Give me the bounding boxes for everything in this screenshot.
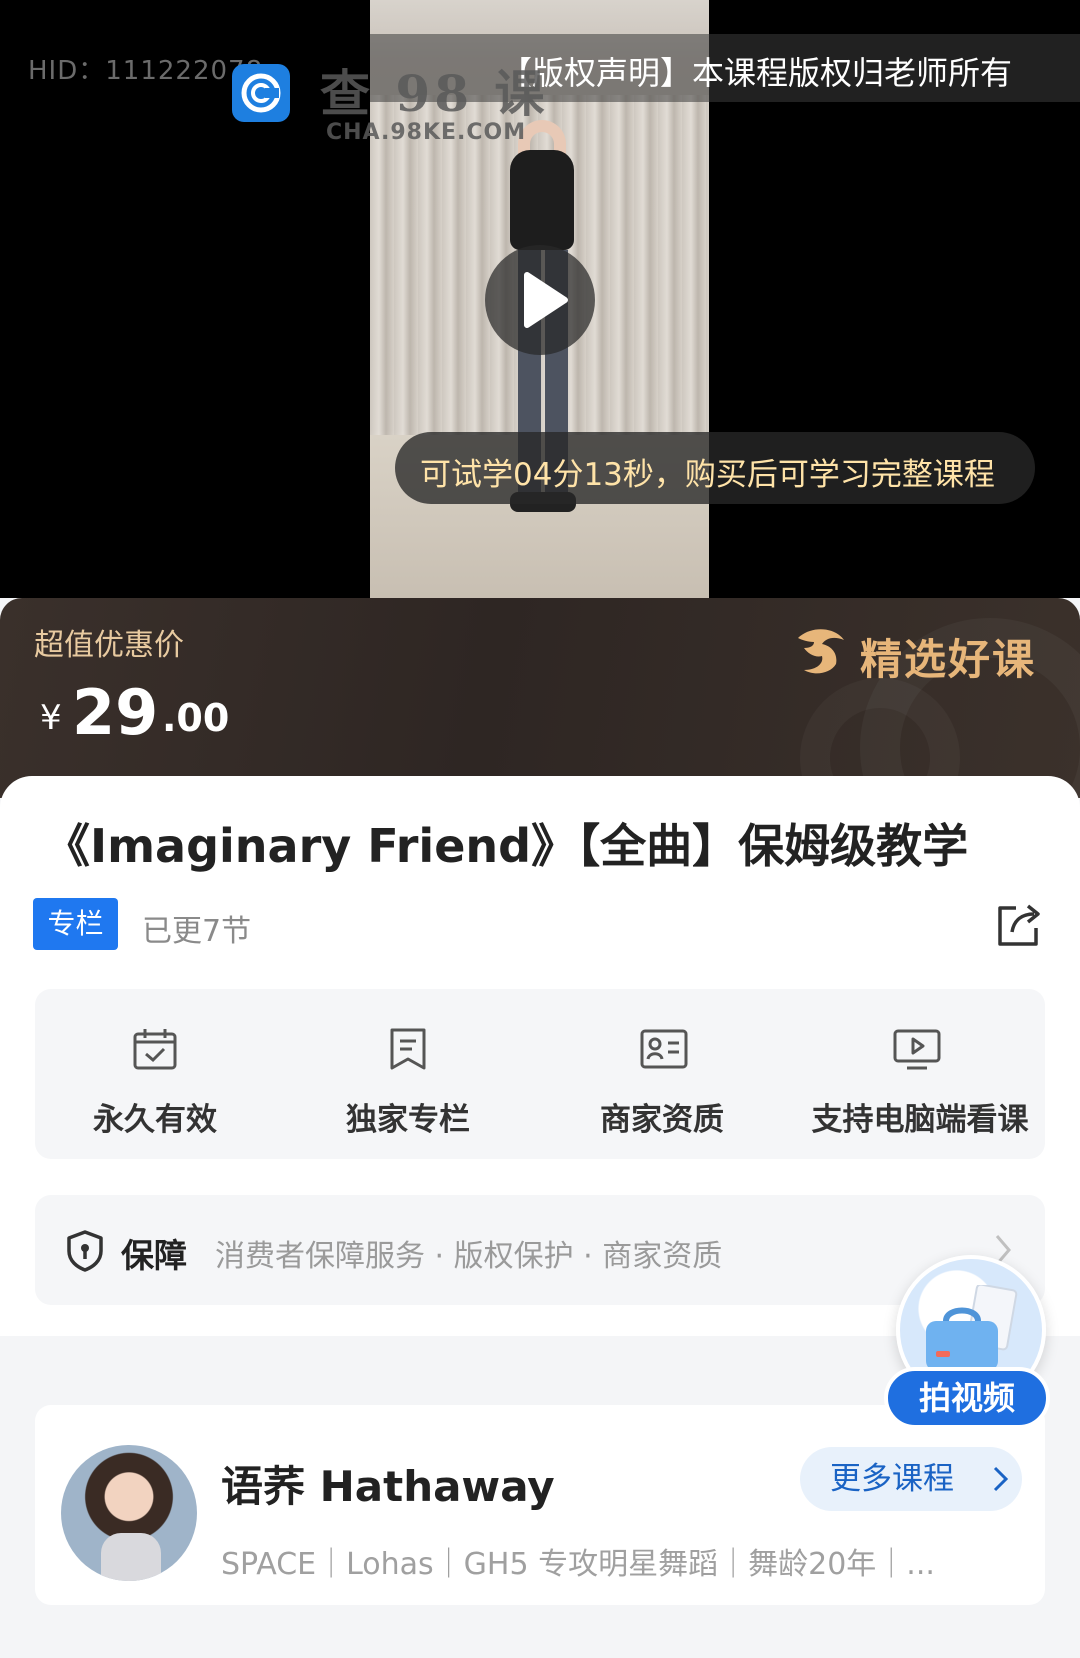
feature-exclusive: 独家专栏 xyxy=(288,989,528,1159)
more-courses-button[interactable]: 更多课程 xyxy=(800,1447,1022,1511)
chevron-right-icon xyxy=(993,1466,1009,1492)
more-courses-label: 更多课程 xyxy=(830,1461,954,1497)
guarantee-title: 保障 xyxy=(121,1236,187,1275)
calendar-check-icon xyxy=(133,1029,177,1070)
teacher-name: 语荞 Hathaway xyxy=(221,1462,555,1511)
price-banner: 超值优惠价 ¥ 29 .00 精选好课 xyxy=(0,598,1080,798)
monitor-play-icon xyxy=(893,1029,941,1070)
dancer-figure-torso xyxy=(510,150,574,250)
feature-list: 永久有效 独家专栏 商家资质 支持电脑端看课 xyxy=(35,989,1045,1159)
feature-pc-support: 支持电脑端看课 xyxy=(795,989,1045,1159)
avatar-figure xyxy=(101,1533,161,1581)
watermark-hid: HID：111222078 xyxy=(28,56,264,86)
price-label: 超值优惠价 xyxy=(34,628,184,663)
updated-count: 已更7节 xyxy=(142,914,252,949)
price-integer: 29 xyxy=(72,676,159,749)
teacher-card[interactable]: 语荞 Hathaway 更多课程 SPACE｜Lohas｜GH5 专攻明星舞蹈｜… xyxy=(35,1405,1045,1605)
feature-label: 商家资质 xyxy=(600,1102,724,1138)
course-title: 《Imaginary Friend》【全曲】保姆级教学 xyxy=(44,819,969,873)
course-info-card: 《Imaginary Friend》【全曲】保姆级教学 专栏 已更7节 永久有效… xyxy=(0,776,1080,1336)
featured-bird-icon xyxy=(798,629,844,674)
watermark-logo-icon xyxy=(232,64,290,122)
feature-label: 永久有效 xyxy=(93,1102,217,1138)
copyright-notice: 【版权声明】本课程版权归老师所有 xyxy=(500,54,1013,92)
camera-bag-icon xyxy=(926,1285,1018,1371)
price-decimal: .00 xyxy=(162,696,230,740)
watermark-site-cn: 查 98 课 xyxy=(320,64,549,123)
play-button[interactable] xyxy=(485,245,595,355)
avatar[interactable] xyxy=(61,1445,197,1581)
trial-notice: 可试学04分13秒，购买后可学习完整课程 xyxy=(420,457,995,493)
featured-badge: 精选好课 xyxy=(860,635,1037,684)
play-icon xyxy=(524,272,568,328)
feature-permanent: 永久有效 xyxy=(35,989,275,1159)
shoot-video-button[interactable]: 拍视频 xyxy=(884,1255,1054,1429)
feature-label: 支持电脑端看课 xyxy=(811,1102,1029,1138)
feature-merchant: 商家资质 xyxy=(542,989,782,1159)
watermark-site-en: CHA.98KE.COM xyxy=(326,120,527,145)
guarantee-items: 消费者保障服务 · 版权保护 · 商家资质 xyxy=(215,1239,723,1274)
shoot-video-label: 拍视频 xyxy=(884,1367,1050,1429)
price-currency: ¥ xyxy=(40,698,62,738)
video-player[interactable]: 【版权声明】本课程版权归老师所有 HID：111222078 查 98 课 CH… xyxy=(0,0,1080,598)
feature-label: 独家专栏 xyxy=(346,1102,470,1138)
id-card-icon xyxy=(640,1029,688,1069)
column-tag: 专栏 xyxy=(33,898,118,950)
shield-icon xyxy=(67,1230,103,1272)
share-icon[interactable] xyxy=(994,900,1044,948)
bookmark-icon xyxy=(390,1028,426,1070)
teacher-bio: SPACE｜Lohas｜GH5 专攻明星舞蹈｜舞龄20年｜... xyxy=(221,1547,935,1582)
